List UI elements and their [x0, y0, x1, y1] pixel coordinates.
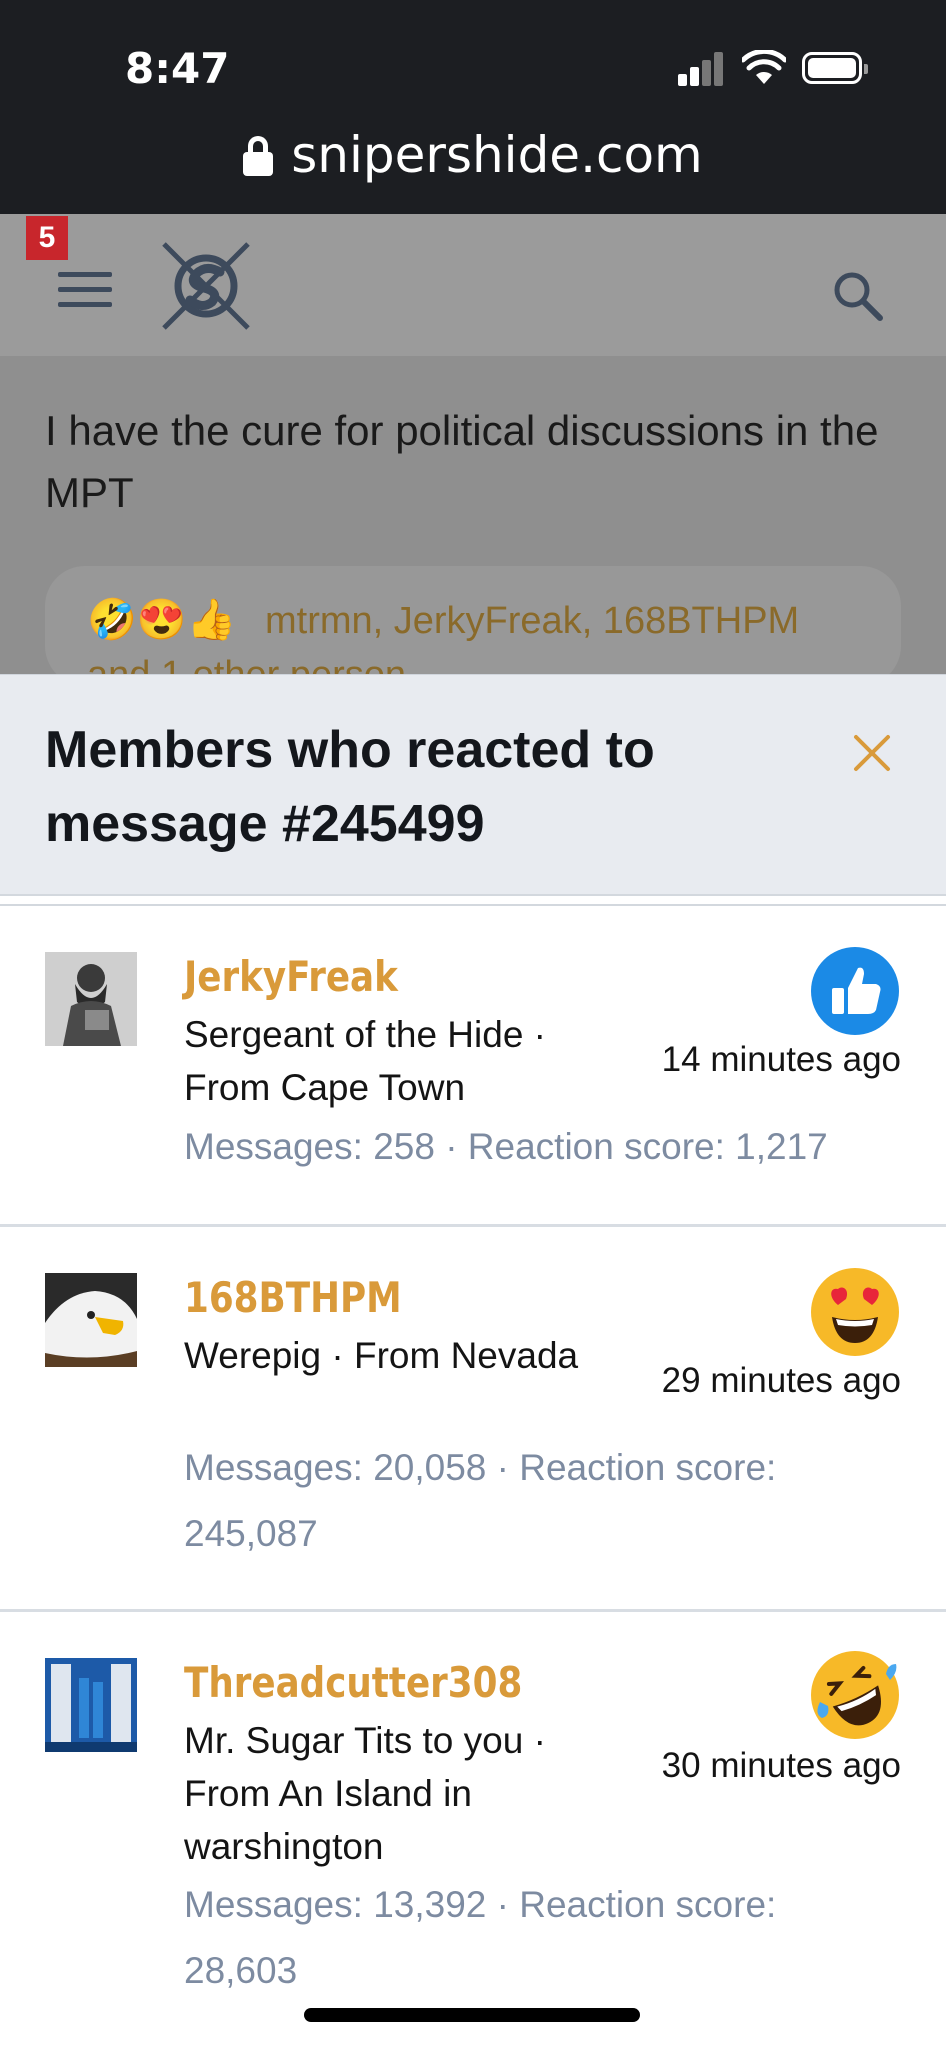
site-header: 5 — [0, 214, 946, 356]
member-row: Threadcutter308 Mr. Sugar Tits to you · … — [0, 1612, 946, 2048]
avatar[interactable] — [45, 1273, 137, 1367]
battery-icon — [802, 52, 868, 84]
thread-title: I have the cure for political discussion… — [45, 407, 879, 516]
notification-badge: 5 — [26, 216, 68, 260]
url-text: snipershide.com — [291, 126, 703, 184]
member-row: JerkyFreak Sergeant of the Hide · From C… — [0, 906, 946, 1227]
close-icon[interactable] — [850, 731, 894, 775]
search-icon[interactable] — [830, 268, 886, 324]
clock: 8:47 — [125, 44, 230, 93]
snipershide-logo[interactable] — [158, 236, 254, 336]
reactions-panel-header: Members who reacted to message #245499 — [0, 674, 946, 895]
member-info: Mr. Sugar Tits to you · From An Island i… — [184, 1720, 546, 1867]
laughing-icon — [811, 1651, 899, 1739]
avatar[interactable] — [45, 1658, 137, 1752]
heart-eyes-icon — [811, 1268, 899, 1356]
member-name[interactable]: 168BTHPM — [184, 1273, 402, 1322]
like-icon — [811, 947, 899, 1035]
member-stats: Messages: 13,392 · Reaction score: 28,60… — [184, 1884, 777, 1991]
status-bar: 8:47 snipershide.com — [0, 0, 946, 214]
cellular-signal-icon — [678, 52, 724, 86]
member-info: Sergeant of the Hide · From Cape Town — [184, 1014, 546, 1108]
divider — [0, 894, 946, 906]
address-bar[interactable]: snipershide.com — [0, 126, 946, 184]
home-indicator — [304, 2008, 640, 2022]
avatar[interactable] — [45, 952, 137, 1046]
reaction-time: 30 minutes ago — [661, 1746, 901, 1785]
member-row: 168BTHPM Werepig · From Nevada Messages:… — [0, 1227, 946, 1612]
member-name[interactable]: JerkyFreak — [184, 952, 398, 1001]
menu-icon[interactable] — [58, 272, 112, 312]
panel-title: Members who reacted to message #245499 — [45, 721, 655, 853]
reactors-list: mtrmn, JerkyFreak, 168BTHPM — [265, 600, 800, 642]
reaction-time: 14 minutes ago — [661, 1040, 901, 1079]
member-stats: Messages: 258 · Reaction score: 1,217 — [184, 1126, 828, 1167]
member-stats: Messages: 20,058 · Reaction score: 245,0… — [184, 1447, 777, 1554]
reaction-time: 29 minutes ago — [661, 1361, 901, 1400]
member-name[interactable]: Threadcutter308 — [184, 1658, 522, 1707]
member-info: Werepig · From Nevada — [184, 1335, 579, 1376]
wifi-icon — [742, 50, 786, 84]
lock-icon — [243, 136, 274, 176]
reaction-emojis: 🤣😍👍 — [87, 598, 237, 642]
reactions-summary[interactable]: 🤣😍👍 mtrmn, JerkyFreak, 168BTHPM and 1 ot… — [45, 566, 901, 686]
